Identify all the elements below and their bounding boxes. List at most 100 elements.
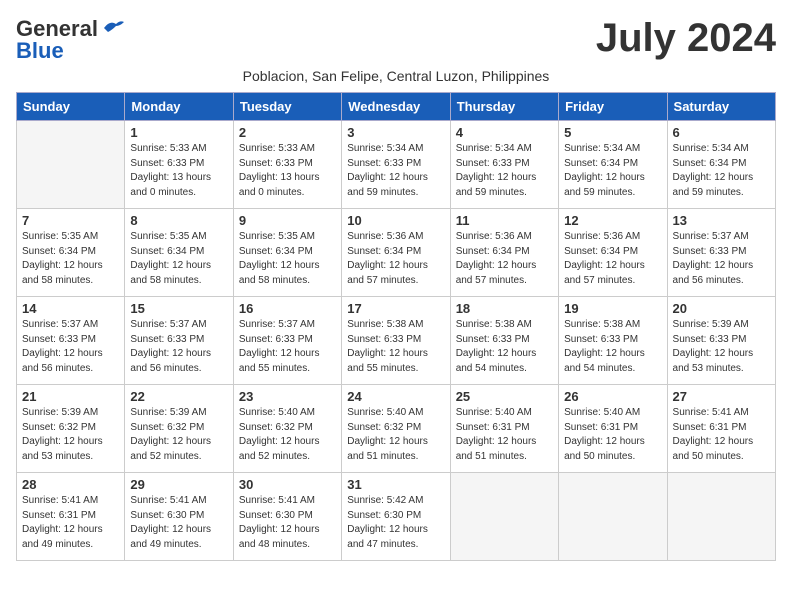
day-info: Sunrise: 5:41 AM Sunset: 6:30 PM Dayligh… bbox=[239, 494, 336, 552]
day-info: Sunrise: 5:34 AM Sunset: 6:34 PM Dayligh… bbox=[564, 142, 661, 200]
day-number: 27 bbox=[673, 389, 770, 404]
day-number: 11 bbox=[456, 213, 553, 228]
day-cell: 9 Sunrise: 5:35 AM Sunset: 6:34 PM Daylig… bbox=[233, 209, 341, 297]
day-info: Sunrise: 5:41 AM Sunset: 6:30 PM Dayligh… bbox=[130, 494, 227, 552]
day-cell: 25 Sunrise: 5:40 AM Sunset: 6:31 PM Dayli… bbox=[450, 385, 558, 473]
day-cell: 14 Sunrise: 5:37 AM Sunset: 6:33 PM Dayli… bbox=[17, 297, 125, 385]
day-cell: 8Sunrise: 5:35 AM Sunset: 6:34 PM Daylig… bbox=[125, 209, 233, 297]
day-number: 22 bbox=[130, 389, 227, 404]
day-number: 21 bbox=[22, 389, 119, 404]
day-info: Sunrise: 5:36 AM Sunset: 6:34 PM Dayligh… bbox=[456, 230, 553, 288]
day-info: Sunrise: 5:33 AM Sunset: 6:33 PM Dayligh… bbox=[130, 142, 227, 200]
logo-blue: Blue bbox=[16, 38, 64, 64]
day-number: 26 bbox=[564, 389, 661, 404]
header-monday: Monday bbox=[125, 93, 233, 121]
week-row-3: 14 Sunrise: 5:37 AM Sunset: 6:33 PM Dayli… bbox=[17, 297, 776, 385]
day-number: 10 bbox=[347, 213, 444, 228]
day-number: 29 bbox=[130, 477, 227, 492]
day-cell: 20Sunrise: 5:39 AM Sunset: 6:33 PM Dayli… bbox=[667, 297, 775, 385]
day-info: Sunrise: 5:39 AM Sunset: 6:32 PM Dayligh… bbox=[22, 406, 119, 464]
day-cell: 4 Sunrise: 5:34 AM Sunset: 6:33 PM Daylig… bbox=[450, 121, 558, 209]
day-info: Sunrise: 5:41 AM Sunset: 6:31 PM Dayligh… bbox=[673, 406, 770, 464]
day-info: Sunrise: 5:39 AM Sunset: 6:32 PM Dayligh… bbox=[130, 406, 227, 464]
day-info: Sunrise: 5:35 AM Sunset: 6:34 PM Dayligh… bbox=[239, 230, 336, 288]
bird-icon bbox=[102, 18, 124, 36]
header-saturday: Saturday bbox=[667, 93, 775, 121]
day-number: 4 bbox=[456, 125, 553, 140]
day-number: 13 bbox=[673, 213, 770, 228]
week-row-1: 1 Sunrise: 5:33 AM Sunset: 6:33 PM Daylig… bbox=[17, 121, 776, 209]
header: General Blue July 2024 bbox=[16, 16, 776, 64]
day-cell: 23Sunrise: 5:40 AM Sunset: 6:32 PM Dayli… bbox=[233, 385, 341, 473]
day-info: Sunrise: 5:41 AM Sunset: 6:31 PM Dayligh… bbox=[22, 494, 119, 552]
day-cell bbox=[450, 473, 558, 561]
day-info: Sunrise: 5:37 AM Sunset: 6:33 PM Dayligh… bbox=[130, 318, 227, 376]
day-number: 31 bbox=[347, 477, 444, 492]
day-cell: 29 Sunrise: 5:41 AM Sunset: 6:30 PM Dayli… bbox=[125, 473, 233, 561]
day-cell: 13 Sunrise: 5:37 AM Sunset: 6:33 PM Dayli… bbox=[667, 209, 775, 297]
day-info: Sunrise: 5:35 AM Sunset: 6:34 PM Dayligh… bbox=[22, 230, 119, 288]
day-number: 19 bbox=[564, 301, 661, 316]
day-info: Sunrise: 5:40 AM Sunset: 6:32 PM Dayligh… bbox=[347, 406, 444, 464]
day-info: Sunrise: 5:39 AM Sunset: 6:33 PM Dayligh… bbox=[673, 318, 770, 376]
day-number: 12 bbox=[564, 213, 661, 228]
week-row-4: 21 Sunrise: 5:39 AM Sunset: 6:32 PM Dayli… bbox=[17, 385, 776, 473]
header-wednesday: Wednesday bbox=[342, 93, 450, 121]
day-number: 15 bbox=[130, 301, 227, 316]
month-title: July 2024 bbox=[596, 16, 776, 61]
header-row: SundayMondayTuesdayWednesdayThursdayFrid… bbox=[17, 93, 776, 121]
day-info: Sunrise: 5:36 AM Sunset: 6:34 PM Dayligh… bbox=[564, 230, 661, 288]
day-info: Sunrise: 5:36 AM Sunset: 6:34 PM Dayligh… bbox=[347, 230, 444, 288]
day-cell: 22 Sunrise: 5:39 AM Sunset: 6:32 PM Dayli… bbox=[125, 385, 233, 473]
day-number: 25 bbox=[456, 389, 553, 404]
day-cell: 17Sunrise: 5:38 AM Sunset: 6:33 PM Dayli… bbox=[342, 297, 450, 385]
day-cell: 12 Sunrise: 5:36 AM Sunset: 6:34 PM Dayli… bbox=[559, 209, 667, 297]
day-number: 28 bbox=[22, 477, 119, 492]
day-cell: 28 Sunrise: 5:41 AM Sunset: 6:31 PM Dayli… bbox=[17, 473, 125, 561]
day-info: Sunrise: 5:38 AM Sunset: 6:33 PM Dayligh… bbox=[456, 318, 553, 376]
day-info: Sunrise: 5:34 AM Sunset: 6:33 PM Dayligh… bbox=[347, 142, 444, 200]
header-sunday: Sunday bbox=[17, 93, 125, 121]
logo: General Blue bbox=[16, 16, 124, 64]
header-tuesday: Tuesday bbox=[233, 93, 341, 121]
day-info: Sunrise: 5:33 AM Sunset: 6:33 PM Dayligh… bbox=[239, 142, 336, 200]
day-cell: 6Sunrise: 5:34 AM Sunset: 6:34 PM Daylig… bbox=[667, 121, 775, 209]
day-cell: 26 Sunrise: 5:40 AM Sunset: 6:31 PM Dayli… bbox=[559, 385, 667, 473]
day-info: Sunrise: 5:42 AM Sunset: 6:30 PM Dayligh… bbox=[347, 494, 444, 552]
subtitle: Poblacion, San Felipe, Central Luzon, Ph… bbox=[16, 68, 776, 84]
day-number: 6 bbox=[673, 125, 770, 140]
day-info: Sunrise: 5:34 AM Sunset: 6:33 PM Dayligh… bbox=[456, 142, 553, 200]
day-number: 24 bbox=[347, 389, 444, 404]
day-info: Sunrise: 5:37 AM Sunset: 6:33 PM Dayligh… bbox=[22, 318, 119, 376]
day-number: 9 bbox=[239, 213, 336, 228]
day-cell: 7 Sunrise: 5:35 AM Sunset: 6:34 PM Daylig… bbox=[17, 209, 125, 297]
day-info: Sunrise: 5:40 AM Sunset: 6:31 PM Dayligh… bbox=[564, 406, 661, 464]
day-number: 16 bbox=[239, 301, 336, 316]
day-info: Sunrise: 5:38 AM Sunset: 6:33 PM Dayligh… bbox=[347, 318, 444, 376]
day-number: 8 bbox=[130, 213, 227, 228]
day-number: 5 bbox=[564, 125, 661, 140]
day-number: 30 bbox=[239, 477, 336, 492]
day-cell: 1 Sunrise: 5:33 AM Sunset: 6:33 PM Daylig… bbox=[125, 121, 233, 209]
day-cell bbox=[667, 473, 775, 561]
day-info: Sunrise: 5:40 AM Sunset: 6:31 PM Dayligh… bbox=[456, 406, 553, 464]
day-cell: 18 Sunrise: 5:38 AM Sunset: 6:33 PM Dayli… bbox=[450, 297, 558, 385]
day-cell: 10 Sunrise: 5:36 AM Sunset: 6:34 PM Dayli… bbox=[342, 209, 450, 297]
day-number: 3 bbox=[347, 125, 444, 140]
day-cell bbox=[17, 121, 125, 209]
day-number: 23 bbox=[239, 389, 336, 404]
calendar-table: SundayMondayTuesdayWednesdayThursdayFrid… bbox=[16, 92, 776, 561]
day-cell: 30 Sunrise: 5:41 AM Sunset: 6:30 PM Dayli… bbox=[233, 473, 341, 561]
day-number: 1 bbox=[130, 125, 227, 140]
day-cell: 16 Sunrise: 5:37 AM Sunset: 6:33 PM Dayli… bbox=[233, 297, 341, 385]
day-info: Sunrise: 5:37 AM Sunset: 6:33 PM Dayligh… bbox=[239, 318, 336, 376]
day-cell: 5 Sunrise: 5:34 AM Sunset: 6:34 PM Daylig… bbox=[559, 121, 667, 209]
day-cell: 11 Sunrise: 5:36 AM Sunset: 6:34 PM Dayli… bbox=[450, 209, 558, 297]
day-number: 18 bbox=[456, 301, 553, 316]
day-cell: 24 Sunrise: 5:40 AM Sunset: 6:32 PM Dayli… bbox=[342, 385, 450, 473]
day-cell: 27 Sunrise: 5:41 AM Sunset: 6:31 PM Dayli… bbox=[667, 385, 775, 473]
day-info: Sunrise: 5:37 AM Sunset: 6:33 PM Dayligh… bbox=[673, 230, 770, 288]
day-number: 7 bbox=[22, 213, 119, 228]
day-info: Sunrise: 5:38 AM Sunset: 6:33 PM Dayligh… bbox=[564, 318, 661, 376]
day-number: 14 bbox=[22, 301, 119, 316]
